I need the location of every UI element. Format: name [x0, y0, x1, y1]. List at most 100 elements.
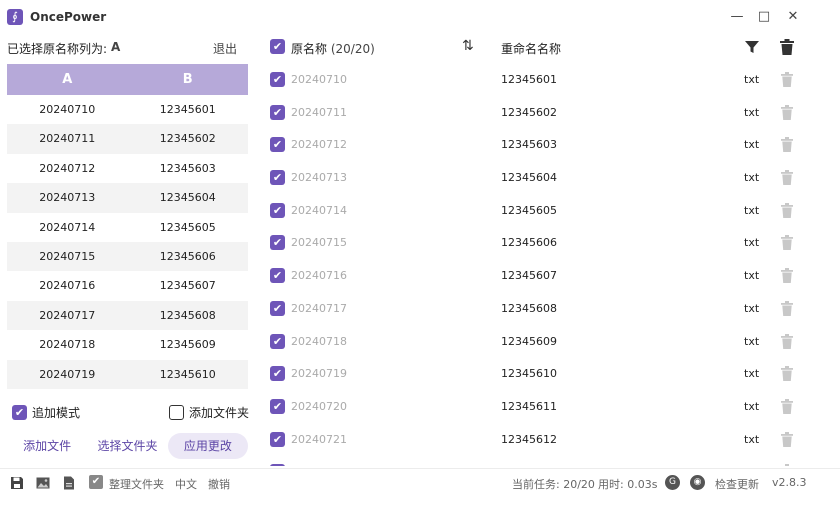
renamed-name[interactable]: 12345604: [501, 171, 557, 184]
original-name-header: 原名称 (20/20): [291, 40, 375, 57]
cell-b[interactable]: 12345603: [128, 154, 249, 183]
renamed-name[interactable]: 12345603: [501, 138, 557, 151]
cell-b[interactable]: 12345607: [128, 271, 249, 300]
renamed-name[interactable]: 12345607: [501, 269, 557, 282]
delete-row-icon[interactable]: [781, 366, 793, 382]
append-mode-checkbox[interactable]: ✔ 追加模式: [12, 404, 80, 421]
cell-b[interactable]: 12345608: [128, 301, 249, 330]
close-button[interactable]: ✕: [784, 8, 802, 26]
cell-a[interactable]: 20240715: [7, 242, 128, 271]
cell-a[interactable]: 20240711: [7, 124, 128, 153]
delete-row-icon[interactable]: [781, 72, 793, 87]
renamed-name[interactable]: 12345601: [501, 73, 557, 86]
select-all-checkbox[interactable]: ✔: [270, 39, 285, 54]
delete-row-icon[interactable]: [781, 137, 793, 153]
add-file-button[interactable]: 添加文件: [7, 433, 87, 459]
delete-row-icon[interactable]: [781, 268, 793, 284]
row-checkbox[interactable]: ✔: [270, 104, 285, 120]
cell-a[interactable]: 20240710: [7, 95, 128, 124]
filter-icon[interactable]: [745, 40, 759, 54]
delete-row-icon[interactable]: [781, 104, 793, 120]
organize-folder-checkbox-icon[interactable]: ✔: [89, 475, 103, 489]
cell-a[interactable]: 20240719: [7, 360, 128, 389]
selected-column-value: A: [111, 40, 121, 54]
file-extension: txt: [744, 105, 760, 119]
row-checkbox[interactable]: ✔: [270, 300, 285, 316]
row-checkbox[interactable]: ✔: [270, 137, 285, 153]
column-header-a[interactable]: A: [7, 64, 128, 95]
delete-row-icon[interactable]: [781, 170, 793, 186]
row-checkbox[interactable]: ✔: [270, 398, 285, 414]
cell-b[interactable]: 12345605: [128, 213, 249, 242]
renamed-name[interactable]: 12345610: [501, 367, 557, 380]
row-checkbox[interactable]: ✔: [270, 202, 285, 218]
add-folder-checkbox[interactable]: 添加文件夹: [169, 404, 249, 421]
row-checkbox[interactable]: ✔: [270, 268, 285, 284]
cell-b[interactable]: 12345601: [128, 95, 249, 124]
organize-folder-label[interactable]: 整理文件夹: [109, 476, 164, 492]
undo-button[interactable]: 撤销: [208, 476, 230, 492]
minimize-button[interactable]: —: [728, 8, 746, 26]
cell-a[interactable]: 20240717: [7, 301, 128, 330]
github-icon[interactable]: ◉: [690, 475, 705, 490]
renamed-name[interactable]: 12345606: [501, 236, 557, 249]
original-name: 20240714: [291, 203, 347, 217]
renamed-name[interactable]: 12345608: [501, 302, 557, 315]
document-icon[interactable]: [62, 476, 76, 490]
cell-a[interactable]: 20240712: [7, 154, 128, 183]
row-checkbox[interactable]: ✔: [270, 333, 285, 349]
renamed-name[interactable]: 12345609: [501, 335, 557, 348]
apply-changes-button[interactable]: 应用更改: [167, 433, 248, 459]
image-icon[interactable]: [36, 476, 50, 490]
check-update-button[interactable]: 检查更新: [715, 476, 759, 492]
delete-row-icon[interactable]: [781, 464, 793, 466]
gitee-icon[interactable]: G: [665, 475, 680, 490]
title-bar: ∮ OncePower — □ ✕: [0, 0, 840, 34]
delete-row-icon[interactable]: [781, 300, 793, 316]
delete-row-icon[interactable]: [781, 398, 793, 414]
renamed-name[interactable]: 12345602: [501, 106, 557, 119]
cell-b[interactable]: 12345602: [128, 124, 249, 153]
exit-button[interactable]: 退出: [213, 40, 237, 57]
delete-row-icon[interactable]: [781, 235, 793, 251]
renamed-name[interactable]: 12345613: [501, 465, 557, 466]
delete-row-icon[interactable]: [781, 431, 793, 447]
renamed-name[interactable]: 12345611: [501, 400, 557, 413]
original-name: 20240713: [291, 171, 347, 185]
cell-a[interactable]: 20240714: [7, 213, 128, 242]
sort-icon[interactable]: ⇅: [462, 38, 474, 54]
language-button[interactable]: 中文: [175, 476, 197, 492]
select-folder-button[interactable]: 选择文件夹: [87, 433, 167, 459]
row-checkbox[interactable]: ✔: [270, 464, 285, 466]
file-list-header: ✔ 原名称 (20/20) ⇅ 重命名名称: [270, 38, 810, 58]
original-name: 20240722: [291, 465, 347, 466]
delete-row-icon[interactable]: [781, 202, 793, 218]
original-name: 20240715: [291, 236, 347, 250]
table-row: 20240713 12345604: [7, 183, 249, 213]
delete-all-icon[interactable]: [780, 39, 794, 55]
cell-a[interactable]: 20240713: [7, 183, 128, 212]
cell-b[interactable]: 12345604: [128, 183, 249, 212]
table-row: 20240710 12345601: [7, 95, 248, 124]
cell-b[interactable]: 12345606: [128, 242, 249, 271]
app-logo-icon: ∮: [7, 9, 23, 25]
list-item: ✔ 20240715 12345606 txt: [270, 227, 810, 260]
renamed-name[interactable]: 12345605: [501, 204, 557, 217]
cell-a[interactable]: 20240718: [7, 330, 128, 359]
elapsed-time-text: 用时: 0.03s: [598, 478, 658, 491]
column-header-b[interactable]: B: [128, 64, 249, 95]
cell-b[interactable]: 12345610: [128, 360, 249, 389]
row-checkbox[interactable]: ✔: [270, 170, 285, 186]
list-item: ✔ 20240722 12345613 txt: [270, 456, 810, 466]
list-item: ✔ 20240717 12345608 txt: [270, 293, 810, 326]
row-checkbox[interactable]: ✔: [270, 235, 285, 251]
cell-b[interactable]: 12345609: [128, 330, 249, 359]
save-icon[interactable]: [10, 476, 24, 490]
row-checkbox[interactable]: ✔: [270, 366, 285, 382]
renamed-name[interactable]: 12345612: [501, 433, 557, 446]
delete-row-icon[interactable]: [781, 333, 793, 349]
maximize-button[interactable]: □: [755, 8, 773, 26]
row-checkbox[interactable]: ✔: [270, 72, 285, 87]
cell-a[interactable]: 20240716: [7, 271, 128, 300]
row-checkbox[interactable]: ✔: [270, 431, 285, 447]
